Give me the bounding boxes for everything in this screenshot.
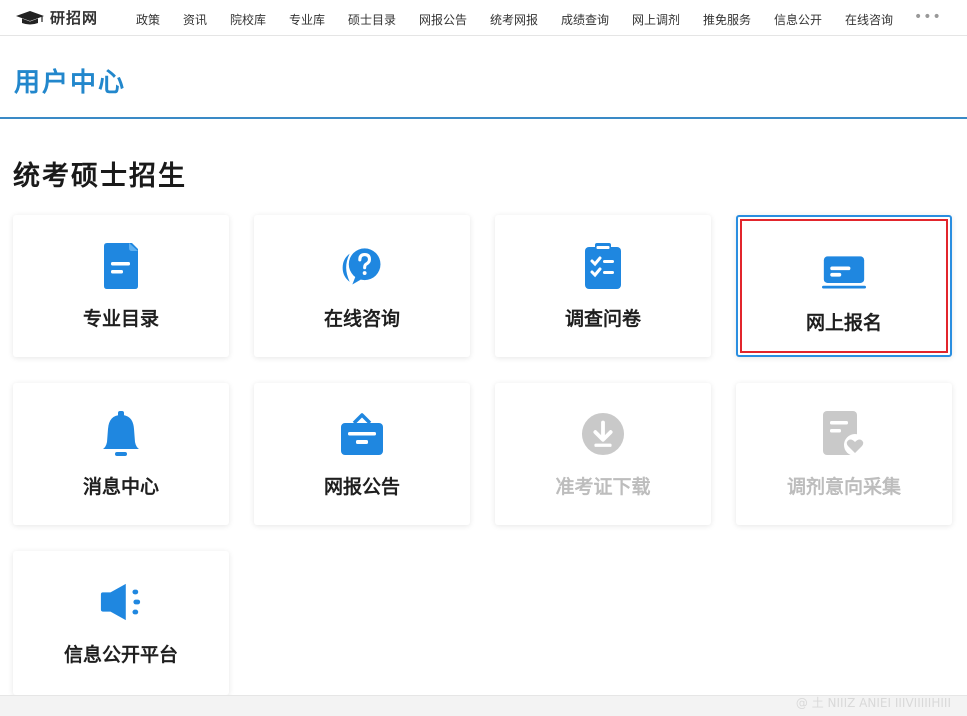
site-logo[interactable]: 研招网 — [14, 7, 134, 28]
nav-item-online-adjustment[interactable]: 网上调剂 — [632, 11, 680, 28]
card-label: 调剂意向采集 — [786, 476, 901, 498]
section-title: 统考硕士招生 — [13, 161, 187, 192]
clipboard-check-icon — [581, 243, 625, 289]
nav-item-score-query[interactable]: 成绩查询 — [561, 11, 609, 28]
graduation-cap-icon — [16, 10, 44, 24]
card-registration-notice[interactable]: 网报公告 — [254, 383, 470, 525]
nav-item-majors[interactable]: 专业库 — [289, 11, 325, 28]
nav-item-policy[interactable]: 政策 — [136, 11, 160, 28]
speaker-icon — [99, 579, 143, 625]
laptop-card-icon — [822, 249, 866, 295]
watermark-text: @ 土 NIIIZ ANIEI IIIVIIIIIHIII — [795, 696, 951, 710]
card-admission-ticket-download[interactable]: 准考证下载 — [495, 383, 711, 525]
question-chat-icon — [340, 243, 384, 289]
page-title: 用户中心 — [14, 68, 127, 98]
page-header: 用户中心 — [0, 37, 967, 119]
card-message-center[interactable]: 消息中心 — [13, 383, 229, 525]
document-list-icon — [99, 243, 143, 289]
card-label: 专业目录 — [82, 308, 159, 330]
download-circle-icon — [581, 411, 625, 457]
brand-name: 研招网 — [50, 9, 99, 27]
nav-item-recommendation[interactable]: 推免服务 — [703, 11, 751, 28]
card-label: 信息公开平台 — [63, 644, 178, 666]
card-label: 网报公告 — [323, 476, 400, 498]
card-major-catalog[interactable]: 专业目录 — [13, 215, 229, 357]
form-heart-icon — [822, 411, 866, 457]
nav-item-registration-notice[interactable]: 网报公告 — [419, 11, 467, 28]
nav-item-news[interactable]: 资讯 — [183, 11, 207, 28]
card-online-consult[interactable]: 在线咨询 — [254, 215, 470, 357]
top-nav-bar: 研招网 政策 资讯 院校库 专业库 硕士目录 网报公告 统考网报 成绩查询 网上… — [0, 0, 967, 36]
nav-item-info-disclosure[interactable]: 信息公开 — [774, 11, 822, 28]
nav-item-schools[interactable]: 院校库 — [230, 11, 266, 28]
card-label: 网上报名 — [805, 312, 882, 334]
card-label: 在线咨询 — [323, 308, 400, 330]
card-survey[interactable]: 调查问卷 — [495, 215, 711, 357]
card-label: 准考证下载 — [555, 476, 651, 498]
card-online-registration[interactable]: 网上报名 — [736, 215, 952, 357]
card-adjustment-intent[interactable]: 调剂意向采集 — [736, 383, 952, 525]
bell-icon — [99, 411, 143, 457]
card-label: 消息中心 — [82, 476, 159, 498]
nav-item-unified-registration[interactable]: 统考网报 — [490, 11, 538, 28]
card-label: 调查问卷 — [564, 308, 641, 330]
nav-item-master-catalog[interactable]: 硕士目录 — [348, 11, 396, 28]
nav-item-online-consult[interactable]: 在线咨询 — [845, 11, 893, 28]
card-info-disclosure-platform[interactable]: 信息公开平台 — [13, 551, 229, 695]
notice-board-icon — [340, 411, 384, 457]
more-icon[interactable]: ••• — [914, 10, 942, 24]
